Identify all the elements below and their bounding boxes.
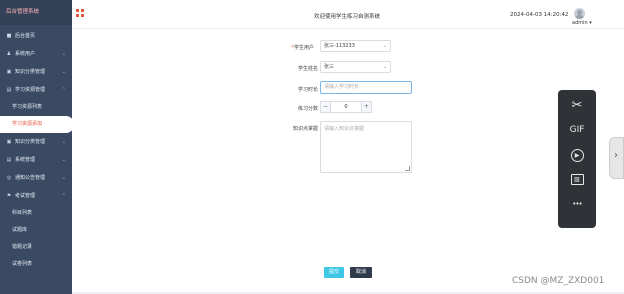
chevron-down-icon: ⌄: [61, 51, 66, 57]
sidebar-subitem-subjects[interactable]: 科目列表: [0, 205, 72, 222]
study-time-label: 学习时长: [297, 87, 318, 93]
student-name-value: 张三: [324, 64, 335, 70]
gif-icon[interactable]: GIF: [558, 125, 596, 135]
settings-icon: ▤: [6, 157, 12, 163]
chevron-down-icon: ⌄: [61, 69, 66, 75]
sidebar-subitem-resource-add[interactable]: 学习资源添加: [0, 116, 74, 133]
sidebar-subitem-wrong-answers[interactable]: 错题记录: [0, 239, 72, 256]
sidebar-item-knowledge-category-2[interactable]: ▣ 知识分类管理 ⌄: [0, 133, 72, 151]
user-menu[interactable]: admin ▾: [572, 20, 592, 26]
flag-icon: ⚑: [6, 193, 12, 199]
user-icon: ♟: [6, 51, 12, 57]
student-user-select[interactable]: 张三-113233 ⌄: [320, 40, 391, 52]
chevron-down-icon: ⌄: [61, 139, 66, 145]
sidebar-item-label: 系统管理: [15, 157, 36, 163]
chevron-down-icon: ⌄: [382, 43, 387, 49]
student-user-value: 张三-113233: [324, 43, 355, 49]
sidebar-item-study-resources[interactable]: ▤ 学习资源管理 ⌃: [0, 81, 72, 99]
sidebar-item-system-users[interactable]: ♟ 系统用户 ⌄: [0, 45, 72, 63]
sidebar-item-exam[interactable]: ⚑ 考试管理 ⌃: [0, 187, 72, 205]
submit-button[interactable]: 提交: [324, 267, 344, 278]
chevron-right-icon: ›: [614, 150, 618, 161]
resize-handle-icon[interactable]: [405, 166, 410, 171]
avatar[interactable]: [574, 8, 585, 19]
knowledge-textarea[interactable]: 请输入知识点掌握: [320, 121, 412, 173]
chevron-up-icon: ⌃: [61, 193, 66, 199]
sidebar-item-notice[interactable]: ◎ 通知公告管理 ⌄: [0, 169, 72, 187]
sidebar-item-system-management[interactable]: ▤ 系统管理 ⌄: [0, 151, 72, 169]
student-name-label: 学生姓名: [297, 66, 318, 72]
video-play-icon[interactable]: ▶: [558, 149, 596, 162]
collapse-panel-button[interactable]: ›: [609, 137, 624, 179]
sidebar-subitem-question-bank[interactable]: 试题库: [0, 222, 72, 239]
welcome-text: 欢迎使用学生练习自测系统: [314, 14, 381, 20]
image-icon[interactable]: ▨: [558, 174, 596, 185]
score-value[interactable]: 0: [331, 101, 361, 113]
chevron-down-icon: ⌄: [382, 64, 387, 70]
book-icon: ▤: [6, 87, 12, 93]
sidebar-item-label: 后台首页: [15, 33, 36, 39]
chevron-down-icon: ⌄: [61, 175, 66, 181]
knowledge-placeholder: 请输入知识点掌握: [324, 126, 365, 132]
watermark: CSDN @MZ_ZXD001: [512, 276, 605, 286]
student-user-label: *学生用户: [291, 45, 314, 51]
sidebar-item-label: 考试管理: [15, 193, 36, 199]
sidebar-subitem-resource-list[interactable]: 学习资源列表: [0, 99, 72, 116]
sidebar: 后台管理系统 ■ 后台首页 ♟ 系统用户 ⌄ ▣ 知识分类管理 ⌄ ▤ 学习资源…: [0, 0, 74, 294]
sidebar-item-label: 知识分类管理: [15, 139, 46, 145]
datetime-display: 2024-04-03 14:20:42: [510, 12, 569, 18]
study-time-input[interactable]: 请输入学习时长: [320, 81, 412, 94]
floating-tool-panel: ✂ GIF ▶ ▨ •••: [558, 90, 596, 228]
chevron-up-icon: ⌃: [61, 87, 66, 93]
scissors-icon[interactable]: ✂: [558, 98, 596, 113]
topbar: 欢迎使用学生练习自测系统 2024-04-03 14:20:42 admin ▾: [72, 0, 624, 29]
sidebar-subitem-papers[interactable]: 试卷列表: [0, 256, 72, 273]
folder-icon: ▣: [6, 69, 12, 75]
chevron-down-icon: ⌄: [61, 157, 66, 163]
app-brand: 后台管理系统: [0, 0, 72, 25]
knowledge-label: 知识点掌握: [292, 126, 318, 132]
home-icon: ■: [6, 33, 12, 39]
decrement-button[interactable]: −: [320, 101, 331, 113]
menu-grid-icon[interactable]: [76, 9, 84, 17]
sidebar-item-home[interactable]: ■ 后台首页: [0, 27, 72, 45]
sidebar-item-label: 系统用户: [15, 51, 36, 57]
more-icon[interactable]: •••: [558, 200, 596, 208]
student-name-select[interactable]: 张三 ⌄: [320, 61, 391, 73]
sidebar-item-label: 学习资源管理: [15, 87, 46, 93]
score-stepper[interactable]: − 0 +: [320, 101, 372, 113]
folder-icon: ▣: [6, 139, 12, 145]
cancel-button[interactable]: 取消: [350, 267, 372, 278]
sidebar-item-label: 通知公告管理: [15, 175, 46, 181]
sidebar-item-knowledge-category[interactable]: ▣ 知识分类管理 ⌄: [0, 63, 72, 81]
increment-button[interactable]: +: [361, 101, 372, 113]
score-label: 练习分数: [297, 106, 318, 112]
bell-icon: ◎: [6, 175, 12, 181]
sidebar-item-label: 知识分类管理: [15, 69, 46, 75]
